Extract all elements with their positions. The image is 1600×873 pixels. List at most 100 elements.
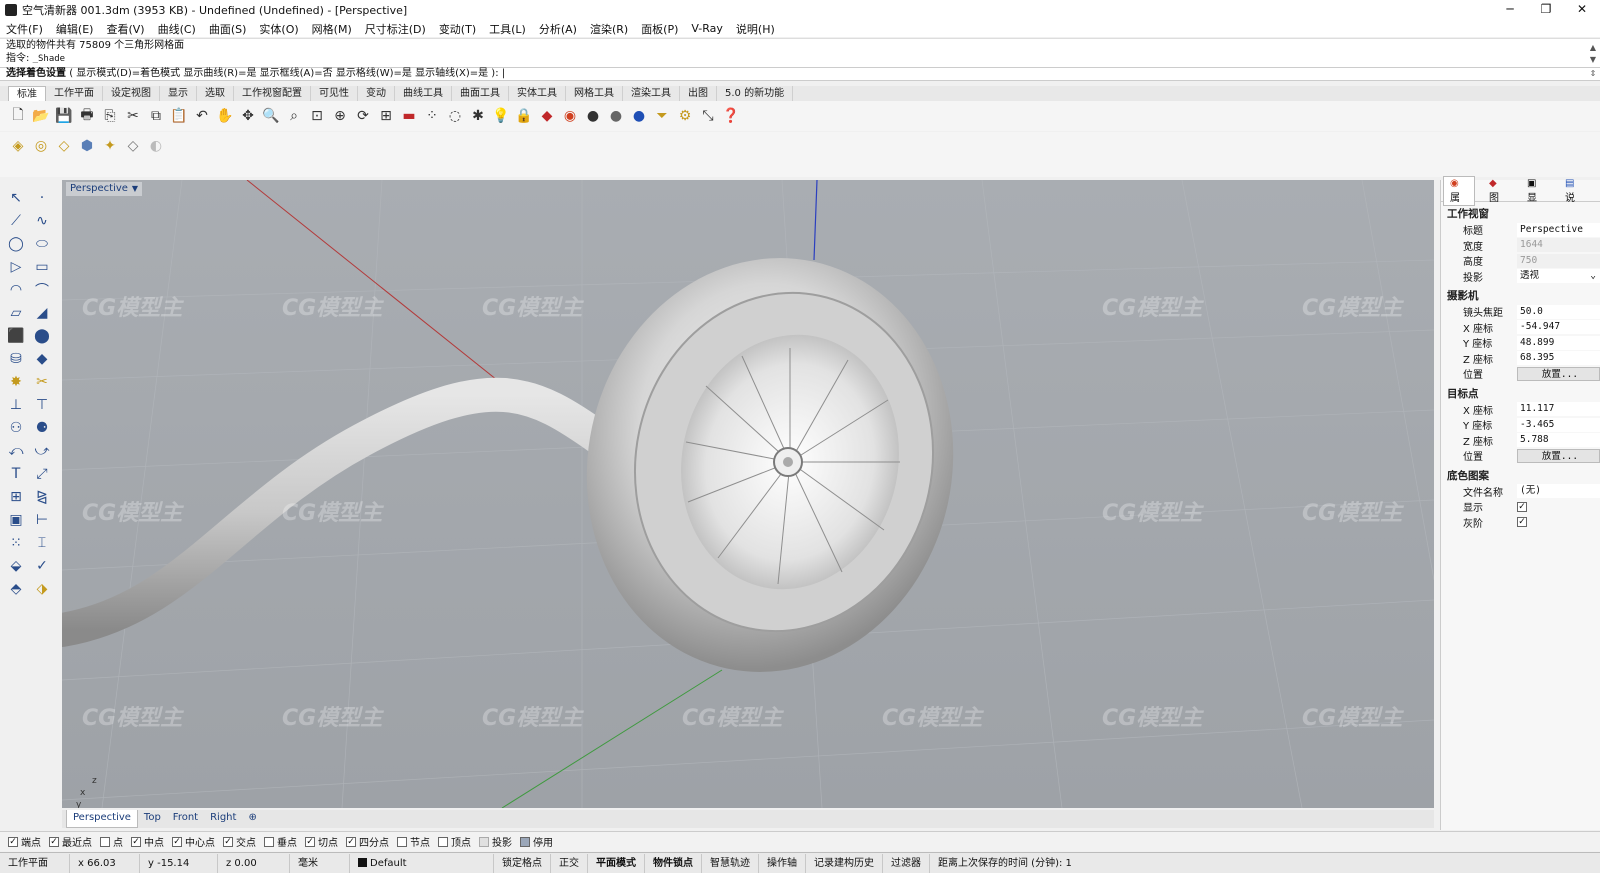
analysis-icon[interactable]: ⬙ [4,554,28,577]
zoom-selected-icon[interactable]: ⊕ [330,106,350,126]
new-file-icon[interactable]: 🗋 [8,106,28,126]
color-wheel-icon[interactable]: ◉ [560,106,580,126]
vray-material-icon[interactable]: ◇ [54,136,74,156]
box-icon[interactable]: ⬛ [4,324,28,347]
tab-render-tools[interactable]: 渲染工具 [623,86,680,101]
status-smarttrack[interactable]: 智慧轨迹 [702,853,759,873]
menu-file[interactable]: 文件(F) [6,21,43,37]
menu-analyze[interactable]: 分析(A) [539,21,577,37]
menu-help[interactable]: 说明(H) [736,21,775,37]
camera-y-field[interactable]: 48.899 [1517,335,1600,350]
tab-drafting[interactable]: 出图 [680,86,717,101]
projection-select[interactable]: 透视 [1517,269,1600,284]
save-icon[interactable]: 💾 [54,106,74,126]
osnap-project-checkbox[interactable] [479,836,489,847]
menu-render[interactable]: 渲染(R) [590,21,628,37]
osnap-tan[interactable]: ✓ 切点 [305,834,338,849]
ellipse-icon[interactable]: ⬭ [30,232,54,255]
points-on-icon[interactable]: ◌ [445,106,465,126]
osnap-disable[interactable]: 停用 [520,834,553,849]
cut-icon[interactable]: ✂ [123,106,143,126]
grayscale-checkbox[interactable]: ✓ [1517,517,1527,528]
rectangle-icon[interactable]: ▭ [30,255,54,278]
shaded-sphere-icon[interactable]: ● [606,106,626,126]
osnap-int[interactable]: ✓ 交点 [223,834,256,849]
vray-cube-icon[interactable]: ⬢ [77,136,97,156]
polygon-icon[interactable]: ▷ [4,255,28,278]
osnap-perp-checkbox[interactable] [264,836,274,847]
trim-icon[interactable]: ✂ [30,370,54,393]
menu-tools[interactable]: 工具(L) [489,21,526,37]
array-icon[interactable]: ⊞ [4,485,28,508]
options-gear-icon[interactable]: ⚙ [675,106,695,126]
tab-solid-tools[interactable]: 实体工具 [509,86,566,101]
tab-front[interactable]: Front [167,810,204,828]
osnap-point-checkbox[interactable] [100,836,110,847]
select-arrow-icon[interactable]: ↖ [4,186,28,209]
lock-icon[interactable]: 🔒 [514,106,534,126]
tab-help[interactable]: ▤说 [1559,177,1589,205]
tab-display[interactable]: ▣显 [1521,177,1551,205]
tab-right[interactable]: Right [204,810,242,828]
tab-visibility[interactable]: 可见性 [311,86,358,101]
add-view-icon[interactable]: ⊕ [242,810,262,828]
target-place-button[interactable]: 放置... [1517,448,1600,463]
prompt-spin-icon[interactable]: ⇕ [1588,68,1598,80]
target-z-field[interactable]: 5.788 [1517,433,1600,448]
menu-dimension[interactable]: 尺寸标注(D) [365,21,426,37]
fillet-curve-icon[interactable]: ⌒ [30,278,54,301]
scale-icon[interactable]: ⤢ [30,462,54,485]
zoom-window-icon[interactable]: ⌕ [284,106,304,126]
vray-light-icon[interactable]: ✦ [100,136,120,156]
status-filter[interactable]: 过滤器 [883,853,930,873]
osnap-quad[interactable]: ✓ 四分点 [346,834,389,849]
light-icon[interactable]: 💡 [491,106,511,126]
osnap-vertex-checkbox[interactable] [438,836,448,847]
vray-tag-icon[interactable]: ◇ [123,136,143,156]
status-planar[interactable]: 平面模式 [588,853,645,873]
mirror-icon[interactable]: ⧎ [30,485,54,508]
cylinder-icon[interactable]: ⛁ [4,347,28,370]
zoom-extents-icon[interactable]: ⊡ [307,106,327,126]
status-osnap[interactable]: 物件锁点 [645,853,702,873]
viewport-title-field[interactable]: Perspective [1517,222,1600,237]
show-wallpaper-checkbox[interactable]: ✓ [1517,501,1527,512]
grid-array-icon[interactable]: ⁙ [4,531,28,554]
tab-select[interactable]: 选取 [197,86,234,101]
osnap-quad-checkbox[interactable]: ✓ [346,836,356,847]
loft-icon[interactable]: ◢ [30,301,54,324]
circle-icon[interactable]: ◯ [4,232,28,255]
render-blue-icon[interactable]: ● [629,106,649,126]
copy-icon[interactable]: ⧉ [146,106,166,126]
maximize-button[interactable]: ❐ [1528,0,1564,20]
osnap-mid[interactable]: ✓ 中点 [131,834,164,849]
osnap-vertex[interactable]: 顶点 [438,834,471,849]
osnap-near-checkbox[interactable]: ✓ [49,836,59,847]
osnap-project[interactable]: 投影 [479,834,512,849]
menu-curve[interactable]: 曲线(C) [158,21,196,37]
move-view-icon[interactable]: ✥ [238,106,258,126]
open-file-icon[interactable]: 📂 [31,106,51,126]
import-icon[interactable]: ⎘ [100,106,120,126]
camera-x-field[interactable]: -54.947 [1517,320,1600,335]
tab-curve-tools[interactable]: 曲线工具 [395,86,452,101]
dimension-icon[interactable]: ⊢ [30,508,54,531]
minimize-button[interactable]: ─ [1492,0,1528,20]
pan-icon[interactable]: ✋ [215,106,235,126]
tab-display[interactable]: 显示 [160,86,197,101]
menu-transform[interactable]: 变动(T) [439,21,476,37]
tab-cplanes[interactable]: 工作平面 [46,86,103,101]
osnap-knot-checkbox[interactable] [397,836,407,847]
osnap-near[interactable]: ✓ 最近点 [49,834,92,849]
tab-top[interactable]: Top [138,810,167,828]
text-icon[interactable]: T [4,462,28,485]
osnap-knot[interactable]: 节点 [397,834,430,849]
menu-surface[interactable]: 曲面(S) [209,21,247,37]
target-x-field[interactable]: 11.117 [1517,402,1600,417]
ungroup-icon[interactable]: ⚈ [30,416,54,439]
explode-icon[interactable]: ✸ [4,370,28,393]
mesh-icon[interactable]: ◆ [30,347,54,370]
snap-icon[interactable]: ✱ [468,106,488,126]
solid-box-icon[interactable]: ▣ [4,508,28,531]
tab-mesh-tools[interactable]: 网格工具 [566,86,623,101]
